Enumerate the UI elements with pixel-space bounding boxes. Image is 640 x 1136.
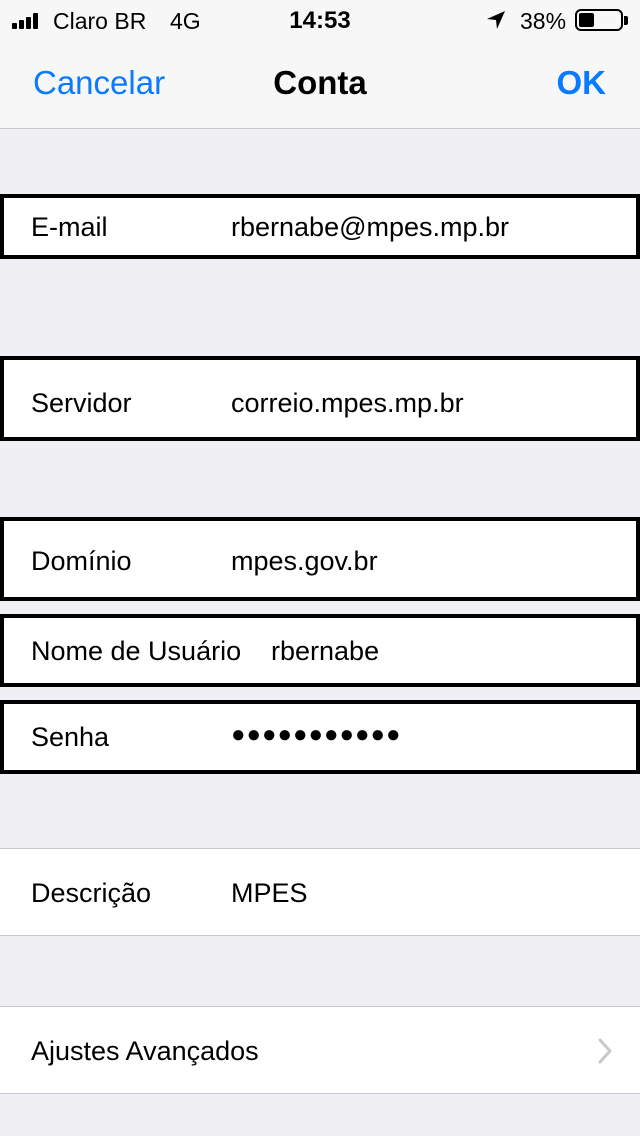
password-label: Senha [31,722,110,752]
battery-icon [575,9,623,31]
password-row[interactable]: Senha ●●●●●●●●●●● [0,700,640,774]
status-bar: Claro BR 4G 14:53 38% [0,0,640,40]
description-row[interactable]: Descrição MPES [0,848,640,936]
email-field[interactable]: rbernabe@mpes.mp.br [231,212,509,243]
advanced-settings-row[interactable]: Ajustes Avançados [0,1006,640,1094]
battery-tip [624,16,628,25]
description-label: Descrição [31,878,152,908]
username-row[interactable]: Nome de Usuário rbernabe [0,614,640,687]
domain-label: Domínio [31,546,132,576]
page-title: Conta [273,64,367,101]
email-label: E-mail [31,212,108,242]
server-row[interactable]: Servidor correio.mpes.mp.br [0,356,640,441]
server-field[interactable]: correio.mpes.mp.br [231,388,464,419]
advanced-settings-label: Ajustes Avançados [31,1036,259,1066]
navigation-bar: Cancelar Conta OK [0,40,640,129]
description-field[interactable]: MPES [231,878,308,909]
location-arrow-icon [487,11,505,29]
battery-percent: 38% [520,8,567,34]
email-row[interactable]: E-mail rbernabe@mpes.mp.br [0,194,640,259]
ok-button[interactable]: OK [557,64,607,102]
username-label: Nome de Usuário [31,636,242,666]
domain-field[interactable]: mpes.gov.br [231,546,378,577]
username-field[interactable]: rbernabe [271,636,379,667]
chevron-right-icon [598,1038,612,1064]
server-label: Servidor [31,388,132,418]
password-field[interactable]: ●●●●●●●●●●● [231,721,401,749]
domain-row[interactable]: Domínio mpes.gov.br [0,517,640,601]
